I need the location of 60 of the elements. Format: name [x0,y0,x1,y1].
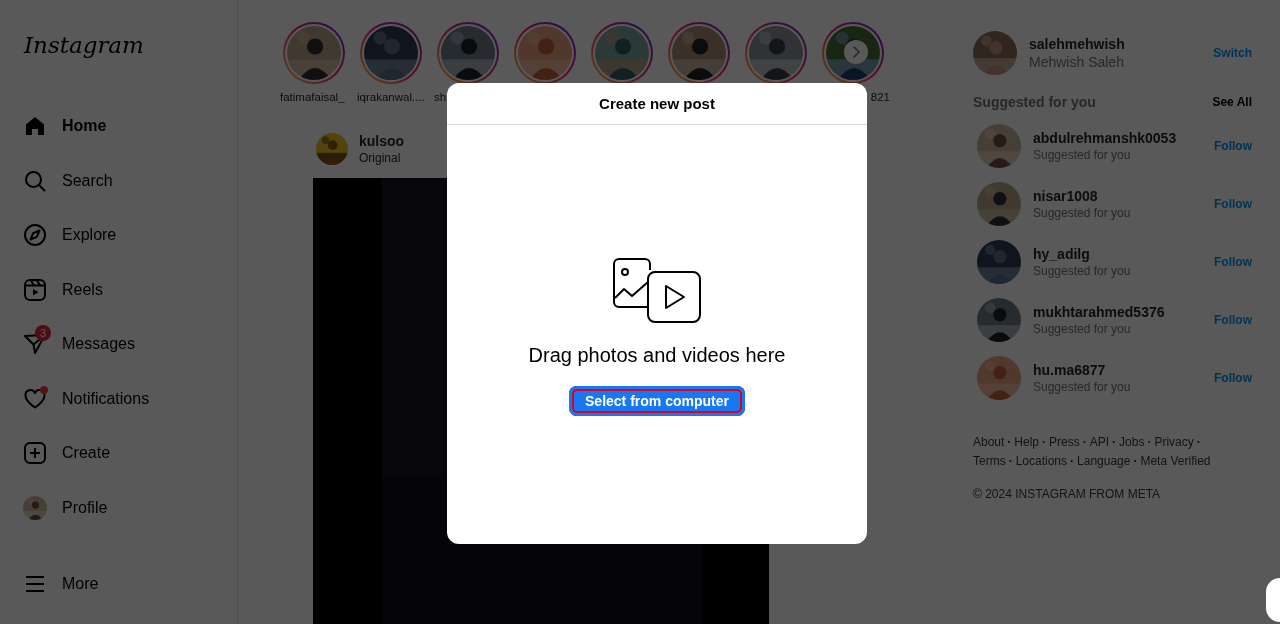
floating-button[interactable] [1266,578,1280,622]
suggested-username[interactable]: hy_adilg [1033,246,1090,262]
separator-dot: · [1082,434,1087,451]
photo-video-icon [612,256,702,324]
footer-link[interactable]: Jobs [1119,433,1145,452]
follow-link[interactable]: Follow [1214,255,1252,269]
follow-link[interactable]: Follow [1214,371,1252,385]
suggested-username[interactable]: hu.ma6877 [1033,362,1106,378]
story-username: sh [434,91,447,103]
dialog-title: Create new post [447,83,867,125]
footer-link[interactable]: Meta Verified [1140,452,1211,471]
story-username: iqrakanwal.... [357,91,425,103]
play-clip-icon [23,277,47,302]
story-username: 821 [870,91,890,103]
more-menu-item[interactable]: More [12,556,110,611]
post-subtitle: Original [359,151,402,165]
separator-dot: · [1008,453,1013,470]
separator-dot: · [1147,434,1152,451]
nav-item[interactable]: Reels [12,262,114,317]
drop-prompt: Drag photos and videos here [528,344,786,367]
follow-link[interactable]: Follow [1214,139,1252,153]
post-username[interactable]: kulsoo [359,133,405,149]
separator-dot: · [1070,453,1075,470]
separator-dot: · [1196,434,1201,451]
see-all-link[interactable]: See All [1212,95,1252,109]
separator-dot: · [1007,434,1012,451]
notification-badge: 3 [35,325,51,342]
separator-dot: · [1133,453,1138,470]
story-username: fatimafaisal_ [280,91,345,103]
instagram-logo[interactable]: Instagram [12,28,156,88]
nav-item[interactable]: 3 Messages [12,317,146,372]
separator-dot: · [1112,434,1117,451]
account-username[interactable]: salehmehwish [1029,36,1125,52]
footer-link[interactable]: Press [1049,433,1080,452]
footer-link[interactable]: Locations [1015,452,1068,471]
footer-link[interactable]: Help [1014,433,1040,452]
nav-item[interactable]: Home [12,99,118,154]
switch-link[interactable]: Switch [1213,46,1252,60]
suggested-username[interactable]: abdulrehmanshk0053 [1033,130,1177,146]
nav-item[interactable]: Notifications [12,371,161,426]
plus-square-icon [23,441,47,466]
select-from-computer-button[interactable]: Select from computer [569,386,745,416]
compass-icon [23,223,47,248]
nav-item[interactable]: Search [12,153,124,208]
suggested-username[interactable]: nisar1008 [1033,188,1098,204]
footer-link[interactable]: API [1089,433,1110,452]
footer-link[interactable]: Language [1077,452,1131,471]
heart-icon [23,386,47,411]
nav-item[interactable]: Create [12,426,122,481]
footer-link[interactable]: About [973,433,1005,452]
copyright-text: © 2024 INSTAGRAM FROM META [973,487,1162,501]
nav-item[interactable]: Profile [12,480,119,535]
follow-link[interactable]: Follow [1214,313,1252,327]
suggested-username[interactable]: mukhtarahmed5376 [1033,304,1165,320]
footer-link[interactable]: Terms [973,452,1006,471]
separator-dot: · [1042,434,1047,451]
follow-link[interactable]: Follow [1214,197,1252,211]
footer-link[interactable]: Privacy [1154,433,1194,452]
nav-item[interactable]: Explore [12,208,128,263]
search-icon [23,168,47,193]
